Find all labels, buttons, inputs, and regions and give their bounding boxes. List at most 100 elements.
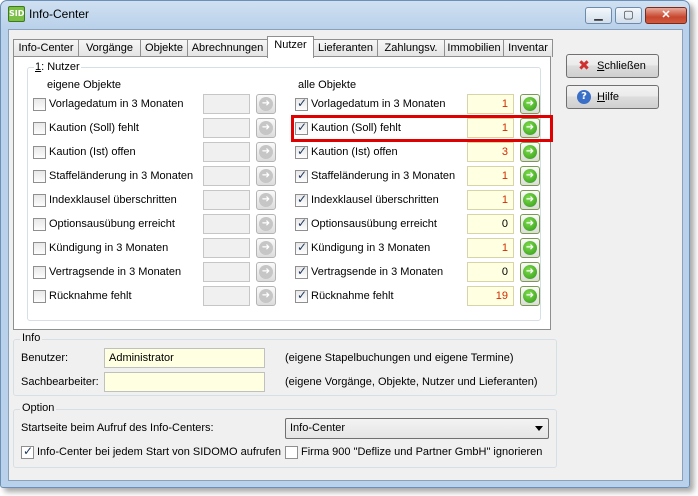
help-icon: ?	[577, 90, 591, 104]
all-checkbox[interactable]	[295, 216, 308, 231]
own-go-button[interactable]: ➜	[256, 118, 276, 138]
startseite-select[interactable]: Info-Center	[285, 418, 549, 439]
client-area: Info-Center Vorgänge Objekte Abrechnunge…	[8, 29, 683, 481]
tab-nutzer[interactable]: Nutzer	[267, 36, 314, 58]
own-go-button[interactable]: ➜	[256, 238, 276, 258]
ignore-firm-checkbox[interactable]	[285, 446, 298, 459]
arrow-right-icon: ➜	[259, 241, 273, 255]
own-checkbox[interactable]	[33, 98, 46, 111]
own-row-label: Kündigung in 3 Monaten	[49, 242, 169, 254]
all-checkbox[interactable]	[295, 288, 308, 303]
all-go-button[interactable]: ➜	[520, 262, 540, 282]
own-checkbox[interactable]	[33, 242, 46, 255]
tab-abrechnungen[interactable]: Abrechnungen	[187, 39, 268, 57]
all-row-label: Vorlagedatum in 3 Monaten	[311, 98, 446, 110]
benutzer-field[interactable]: Administrator	[104, 348, 265, 368]
tab-lieferanten[interactable]: Lieferanten	[313, 39, 378, 57]
own-row-label: Rücknahme fehlt	[49, 290, 132, 302]
all-row-label: Staffeländerung in 3 Monaten	[311, 170, 456, 182]
open-on-start-checkbox[interactable]	[21, 444, 34, 459]
nutzer-group-title: 1: Nutzer	[34, 61, 81, 73]
arrow-right-icon: ➜	[523, 193, 537, 207]
own-go-button[interactable]: ➜	[256, 94, 276, 114]
own-count-field	[203, 142, 250, 162]
chevron-down-icon	[535, 426, 543, 431]
minimize-button[interactable]: ▁	[585, 7, 612, 24]
arrow-right-icon: ➜	[523, 217, 537, 231]
own-go-button[interactable]: ➜	[256, 214, 276, 234]
all-checkbox[interactable]	[295, 192, 308, 207]
own-checkbox[interactable]	[33, 266, 46, 279]
all-row-label: Kaution (Ist) offen	[311, 146, 398, 158]
all-count-field: 3	[467, 142, 514, 162]
arrow-right-icon: ➜	[259, 289, 273, 303]
all-go-button[interactable]: ➜	[520, 238, 540, 258]
close-icon: ✕	[661, 9, 671, 21]
all-go-button[interactable]: ➜	[520, 94, 540, 114]
own-checkbox[interactable]	[33, 146, 46, 159]
arrow-right-icon: ➜	[523, 169, 537, 183]
all-go-button[interactable]: ➜	[520, 190, 540, 210]
nutzer-panel: 1: Nutzer eigene Objekte alle Objekte Vo…	[13, 56, 551, 330]
highlight-box	[291, 115, 553, 142]
option-section-title: Option	[20, 402, 57, 414]
all-checkbox[interactable]	[295, 168, 308, 183]
title-bar[interactable]: SID Info-Center ▁ ▢ ✕	[1, 1, 689, 29]
all-go-button[interactable]: ➜	[520, 166, 540, 186]
all-row-label: Indexklausel überschritten	[311, 194, 439, 206]
close-window-button[interactable]: ✕	[645, 7, 687, 24]
all-count-field: 1	[467, 238, 514, 258]
tab-zahlungsv[interactable]: Zahlungsv.	[377, 39, 445, 57]
own-count-field	[203, 238, 250, 258]
own-objects-header: eigene Objekte	[47, 79, 121, 91]
own-go-button[interactable]: ➜	[256, 286, 276, 306]
own-checkbox[interactable]	[33, 122, 46, 135]
tab-inventar[interactable]: Inventar	[503, 39, 553, 57]
all-count-field: 1	[467, 166, 514, 186]
info-section-title: Info	[20, 332, 43, 344]
tab-vorgaenge[interactable]: Vorgänge	[78, 39, 141, 57]
all-go-button[interactable]: ➜	[520, 214, 540, 234]
schliessen-label: Schließen	[597, 60, 646, 72]
startseite-label: Startseite beim Aufruf des Info-Centers:	[21, 422, 214, 434]
own-go-button[interactable]: ➜	[256, 190, 276, 210]
own-go-button[interactable]: ➜	[256, 262, 276, 282]
arrow-right-icon: ➜	[259, 265, 273, 279]
own-count-field	[203, 166, 250, 186]
all-row-label: Optionsausübung erreicht	[311, 218, 437, 230]
sachbearbeiter-field[interactable]	[104, 372, 265, 392]
all-row-label: Vertragsende in 3 Monaten	[311, 266, 444, 278]
own-checkbox[interactable]	[33, 170, 46, 183]
own-row-label: Indexklausel überschritten	[49, 194, 177, 206]
tab-info-center[interactable]: Info-Center	[13, 39, 79, 57]
minimize-icon: ▁	[594, 9, 603, 21]
all-count-field: 0	[467, 214, 514, 234]
tab-immobilien[interactable]: Immobilien	[444, 39, 504, 57]
schliessen-button[interactable]: ✖ Schließen	[566, 54, 659, 78]
all-checkbox[interactable]	[295, 96, 308, 111]
all-go-button[interactable]: ➜	[520, 286, 540, 306]
all-checkbox[interactable]	[295, 240, 308, 255]
own-checkbox[interactable]	[33, 290, 46, 303]
arrow-right-icon: ➜	[259, 97, 273, 111]
info-center-window: SID Info-Center ▁ ▢ ✕ Info-Center Vorgän…	[0, 0, 690, 488]
all-checkbox[interactable]	[295, 264, 308, 279]
own-go-button[interactable]: ➜	[256, 142, 276, 162]
arrow-right-icon: ➜	[523, 97, 537, 111]
hilfe-label: Hilfe	[597, 91, 620, 103]
own-checkbox[interactable]	[33, 194, 46, 207]
app-icon: SID	[8, 6, 25, 22]
own-row-label: Staffeländerung in 3 Monaten	[49, 170, 194, 182]
own-checkbox[interactable]	[33, 218, 46, 231]
all-go-button[interactable]: ➜	[520, 142, 540, 162]
sachbearbeiter-label: Sachbearbeiter:	[21, 376, 99, 388]
arrow-right-icon: ➜	[523, 145, 537, 159]
all-row-label: Rücknahme fehlt	[311, 290, 394, 302]
hilfe-button[interactable]: ? Hilfe	[566, 85, 659, 109]
all-checkbox[interactable]	[295, 144, 308, 159]
own-go-button[interactable]: ➜	[256, 166, 276, 186]
tab-objekte[interactable]: Objekte	[140, 39, 188, 57]
maximize-button[interactable]: ▢	[615, 7, 642, 24]
all-row-label: Kündigung in 3 Monaten	[311, 242, 431, 254]
arrow-right-icon: ➜	[523, 241, 537, 255]
